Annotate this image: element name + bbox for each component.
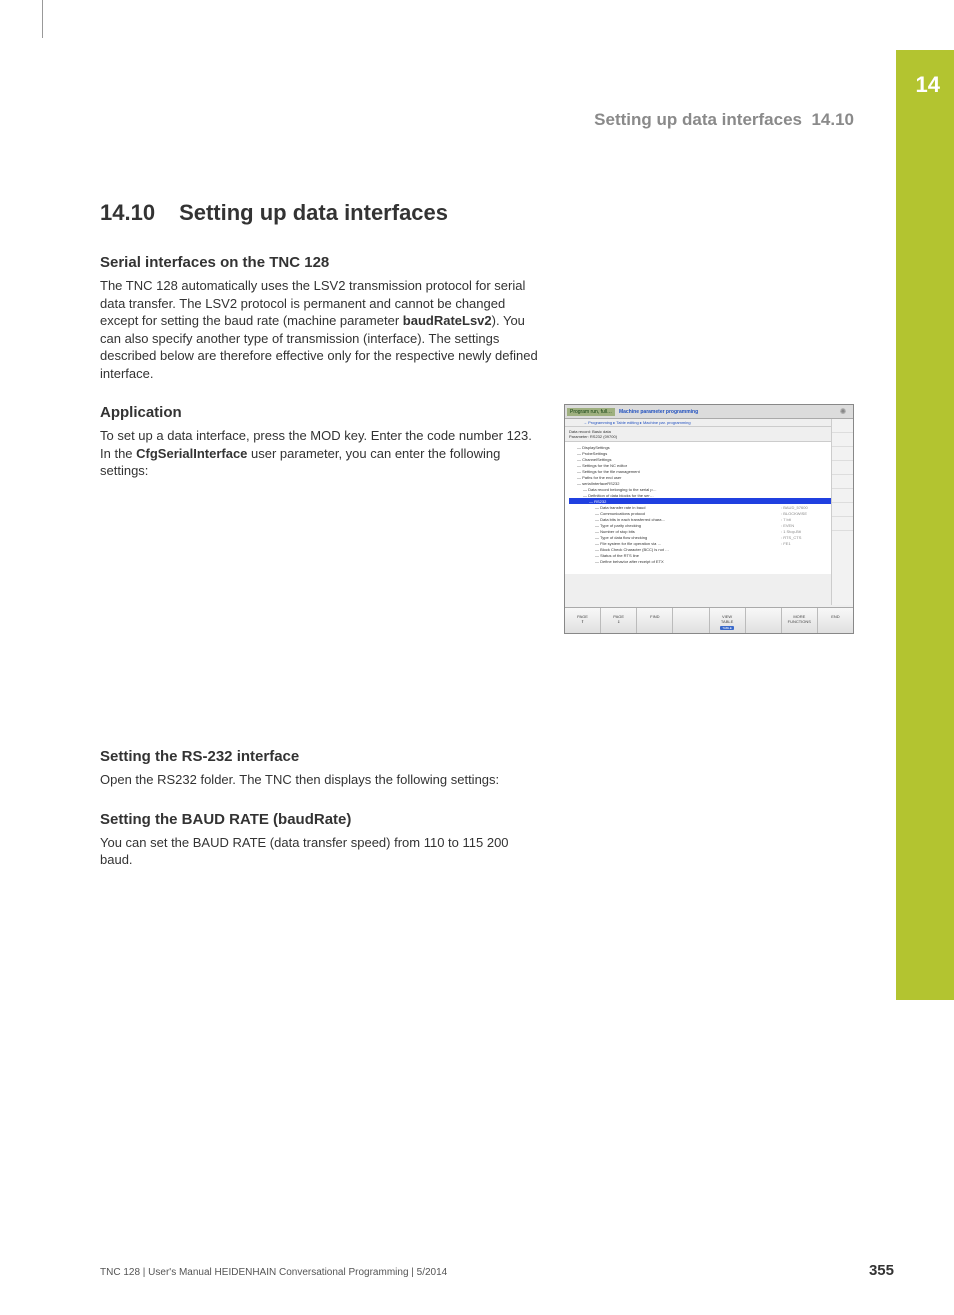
running-header-title: Setting up data interfaces [594, 110, 802, 129]
info-record: Data record: Basic data [565, 427, 853, 434]
breadcrumb: → Programming ▸ Table editing ▸ Machine … [565, 419, 853, 427]
softkey-1[interactable]: PAGE⇓ [601, 608, 637, 633]
parameter-tree: — DisplaySettings— ProbeSettings— Channe… [565, 442, 853, 574]
tree-row: — DisplaySettings [569, 444, 853, 450]
gear-icon: ✺ [836, 407, 850, 419]
tree-row: — Data record belonging to the serial p… [569, 486, 853, 492]
chapter-bar [896, 50, 954, 1000]
footer: TNC 128 | User's Manual HEIDENHAIN Conve… [100, 1262, 894, 1279]
main-content: 14.10 Setting up data interfaces Serial i… [100, 200, 870, 891]
info-parameter: Parameter: RS232 (09700) [565, 434, 853, 442]
tree-row: — serialInterfaceRS232 [569, 480, 853, 486]
tab-line-decor [42, 0, 43, 38]
section4-heading: Setting the BAUD RATE (baudRate) [100, 811, 870, 828]
section1-body: The TNC 128 automatically uses the LSV2 … [100, 277, 540, 382]
softkey-7[interactable]: END [818, 608, 853, 633]
footer-info: TNC 128 | User's Manual HEIDENHAIN Conve… [100, 1267, 447, 1278]
running-header: Setting up data interfaces 14.10 [594, 110, 854, 130]
tree-row: — File system for file operation via …: … [569, 540, 853, 546]
softkey-4[interactable]: VIEWTABLETABLE [710, 608, 746, 633]
section3-heading: Setting the RS-232 interface [100, 748, 870, 765]
chapter-number: 14 [916, 72, 940, 98]
tree-row: — Communications protocol: BLOCKWISE [569, 510, 853, 516]
tree-row: — Define behavior after receipt of ETX [569, 558, 853, 564]
section2-body: To set up a data interface, press the MO… [100, 427, 540, 480]
softkey-6[interactable]: MOREFUNCTIONS [782, 608, 818, 633]
section4-body: You can set the BAUD RATE (data transfer… [100, 834, 540, 869]
tree-row: — Settings for the file management [569, 468, 853, 474]
screen-title: Machine parameter programming [619, 409, 698, 415]
tree-row: — Type of data flow checking: RTS_CTS [569, 534, 853, 540]
section2-heading: Application [100, 404, 540, 421]
softkey-0[interactable]: PAGE⇑ [565, 608, 601, 633]
tree-row: — Data bits in each transferred chara…: … [569, 516, 853, 522]
main-heading: 14.10 Setting up data interfaces [100, 200, 870, 226]
tree-row: — Number of stop bits: 1 Stop-Bit [569, 528, 853, 534]
tree-row: — Definition of data blocks for the ser… [569, 492, 853, 498]
tree-row: — Type of parity checking: EVEN [569, 522, 853, 528]
tree-row: — Paths for the end user [569, 474, 853, 480]
tree-row: — ChannelSettings [569, 456, 853, 462]
screenshot-side-softkeys [831, 419, 853, 605]
app-screenshot: ✺ Program run, full… Machine parameter p… [564, 404, 854, 634]
main-heading-number: 14.10 [100, 200, 155, 225]
tree-row: — Settings for the NC editor [569, 462, 853, 468]
tree-row: — Block Check Character (BCC) is not … [569, 546, 853, 552]
tree-row: — Status of the RTS line [569, 552, 853, 558]
mode-badge: Program run, full… [567, 408, 615, 416]
softkey-3[interactable] [673, 608, 709, 633]
running-header-section: 14.10 [811, 110, 854, 129]
page-number: 355 [869, 1262, 894, 1279]
softkey-bar: PAGE⇑PAGE⇓FIND VIEWTABLETABLE MOREFUNCTION… [565, 607, 853, 633]
softkey-2[interactable]: FIND [637, 608, 673, 633]
tree-row: — RS232 [569, 498, 853, 504]
softkey-5[interactable] [746, 608, 782, 633]
section1-heading: Serial interfaces on the TNC 128 [100, 254, 870, 271]
tree-row: — ProbeSettings [569, 450, 853, 456]
tree-row: — Data transfer rate in baud: BAUD_57600 [569, 504, 853, 510]
main-heading-text: Setting up data interfaces [179, 200, 448, 225]
screenshot-titlebar: Program run, full… Machine parameter pro… [565, 405, 853, 419]
section3-body: Open the RS232 folder. The TNC then disp… [100, 771, 540, 789]
